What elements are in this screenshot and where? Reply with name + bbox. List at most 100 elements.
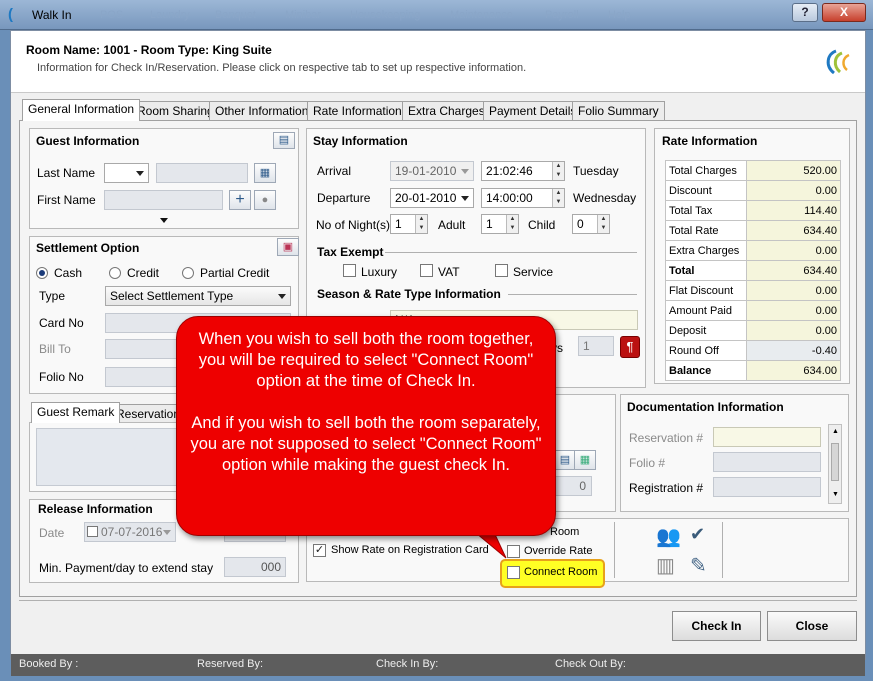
- connect-room-label: Connect Room: [524, 566, 598, 578]
- rate-value: 634.40: [746, 220, 841, 241]
- rate-value: 0.00: [746, 320, 841, 341]
- adult-spinbox[interactable]: 1 ▲ ▼: [481, 214, 519, 234]
- checked-in-by-label: Check In By:: [376, 658, 439, 670]
- credit-card-icon[interactable]: ▣: [277, 238, 299, 256]
- scroll-thumb[interactable]: [831, 443, 839, 481]
- scroll-up-icon[interactable]: ▲: [832, 428, 839, 435]
- tab-guest-remark[interactable]: Guest Remark: [31, 402, 121, 423]
- departure-label: Departure: [317, 191, 371, 205]
- check-in-button[interactable]: Check In: [672, 611, 761, 641]
- window-titlebar[interactable]: ( Walk In POS Laundry Banquet Minibar Ho…: [0, 0, 873, 30]
- tab-other-information[interactable]: Other Information: [209, 101, 315, 120]
- adult-spinner[interactable]: ▲ ▼: [506, 215, 518, 233]
- registration-no-input[interactable]: [713, 477, 821, 497]
- vat-label: VAT: [438, 265, 460, 279]
- count-input[interactable]: 0: [552, 476, 592, 496]
- callout-bubble: When you wish to sell both the room toge…: [176, 316, 556, 536]
- window-close-button[interactable]: X: [822, 3, 866, 22]
- salutation-select[interactable]: [104, 163, 149, 183]
- luxury-label: Luxury: [361, 265, 398, 279]
- tab-folio-summary[interactable]: Folio Summary: [572, 101, 665, 120]
- rate-value: 520.00: [746, 160, 841, 181]
- reservation-no-input[interactable]: [713, 427, 821, 447]
- departure-time-input[interactable]: 14:00:00 ▲ ▼: [481, 188, 565, 208]
- rate-row: Total Charges 520.00: [665, 160, 841, 181]
- tab-rate-information[interactable]: Rate Information: [307, 101, 408, 120]
- release-date-checkbox[interactable]: [87, 526, 98, 537]
- tab-payment-details[interactable]: Payment Details: [483, 101, 583, 120]
- ghost-menu-item: Minibar: [285, 9, 322, 21]
- ghost-menu-item: Payroll: [545, 9, 579, 21]
- key-card-icon[interactable]: ▥: [656, 553, 675, 578]
- show-rate-checkbox[interactable]: ✓: [313, 544, 326, 557]
- add-card-icon[interactable]: ▦: [574, 450, 596, 470]
- scroll-down-icon[interactable]: ▼: [832, 491, 839, 498]
- release-title: Release Information: [38, 502, 153, 516]
- settlement-title: Settlement Option: [36, 241, 140, 255]
- status-bar: Booked By : Reserved By: Check In By: Ch…: [11, 654, 865, 676]
- user-edit-icon[interactable]: ✎: [690, 553, 707, 578]
- child-label: Child: [528, 218, 556, 232]
- rate-label: Amount Paid: [665, 300, 747, 321]
- credit-radio[interactable]: [109, 267, 121, 279]
- last-name-input[interactable]: [156, 163, 248, 183]
- partial-credit-label: Partial Credit: [200, 266, 270, 280]
- child-value: 0: [577, 217, 584, 231]
- help-button[interactable]: ?: [792, 3, 818, 22]
- cash-radio[interactable]: [36, 267, 48, 279]
- child-spinbox[interactable]: 0 ▲ ▼: [572, 214, 610, 234]
- adult-value: 1: [486, 217, 493, 231]
- service-checkbox[interactable]: [495, 264, 508, 277]
- rate-value: 0.00: [746, 300, 841, 321]
- expand-arrow-icon[interactable]: [160, 218, 168, 223]
- release-date-input[interactable]: 07-07-2016: [84, 522, 176, 542]
- connect-room-checkbox[interactable]: [507, 566, 520, 579]
- luxury-checkbox[interactable]: [343, 264, 356, 277]
- bill-to-label: Bill To: [39, 342, 71, 356]
- guest-photo-icon[interactable]: ●: [254, 190, 276, 210]
- min-payment-input[interactable]: 000: [224, 557, 286, 577]
- rate-value: 0.00: [746, 240, 841, 261]
- nights-value: 1: [395, 217, 402, 231]
- arrival-time-input[interactable]: 21:02:46 ▲ ▼: [481, 161, 565, 181]
- departure-time-spinner[interactable]: ▲ ▼: [552, 189, 564, 207]
- close-button[interactable]: Close: [767, 611, 857, 641]
- add-guest-icon[interactable]: +: [229, 190, 251, 210]
- first-name-input[interactable]: [104, 190, 223, 210]
- nights-spinner[interactable]: ▲ ▼: [415, 215, 427, 233]
- options-divider: [614, 522, 615, 578]
- guests-icon[interactable]: 👥: [656, 524, 681, 549]
- rate-row: Amount Paid 0.00: [665, 300, 841, 321]
- rate-label: Flat Discount: [665, 280, 747, 301]
- tab-room-sharing[interactable]: Room Sharing: [131, 101, 220, 120]
- guest-card-icon[interactable]: ▦: [254, 163, 276, 183]
- season-separator: [508, 294, 637, 295]
- rate-row: Extra Charges 0.00: [665, 240, 841, 261]
- arrival-date-input[interactable]: 19-01-2010: [390, 161, 474, 181]
- ghost-menu-item: Banquet: [215, 9, 256, 21]
- rate-label: Total Tax: [665, 200, 747, 221]
- arrival-time-spinner[interactable]: ▲ ▼: [552, 162, 564, 180]
- tab-extra-charges[interactable]: Extra Charges: [402, 101, 491, 120]
- departure-date-input[interactable]: 20-01-2010: [390, 188, 474, 208]
- rate-label: Total Rate: [665, 220, 747, 241]
- settlement-type-select[interactable]: Select Settlement Type: [105, 286, 291, 306]
- child-spinner[interactable]: ▲ ▼: [597, 215, 609, 233]
- days-spinbox[interactable]: 1: [578, 336, 614, 356]
- meal-plan-icon[interactable]: ¶: [620, 336, 640, 358]
- vat-checkbox[interactable]: [420, 264, 433, 277]
- partial-credit-radio[interactable]: [182, 267, 194, 279]
- tab-reservation-remark[interactable]: Reservation: [110, 404, 187, 422]
- type-label: Type: [39, 289, 66, 303]
- arrival-time-value: 21:02:46: [486, 164, 533, 178]
- id-card-icon[interactable]: ▤: [273, 132, 295, 149]
- card-list-icon[interactable]: ▤: [554, 450, 576, 470]
- rate-value: 0.00: [746, 180, 841, 201]
- rate-value[interactable]: -0.40: [746, 340, 841, 361]
- nights-spinbox[interactable]: 1 ▲ ▼: [390, 214, 428, 234]
- callout-paragraph-2: And if you wish to sell both the room se…: [190, 414, 542, 474]
- documentation-scrollbar[interactable]: ▲ ▼: [828, 424, 842, 504]
- folio-no-doc-input[interactable]: [713, 452, 821, 472]
- tab-general-information[interactable]: General Information: [22, 99, 141, 121]
- checklist-icon[interactable]: ✔: [690, 524, 705, 545]
